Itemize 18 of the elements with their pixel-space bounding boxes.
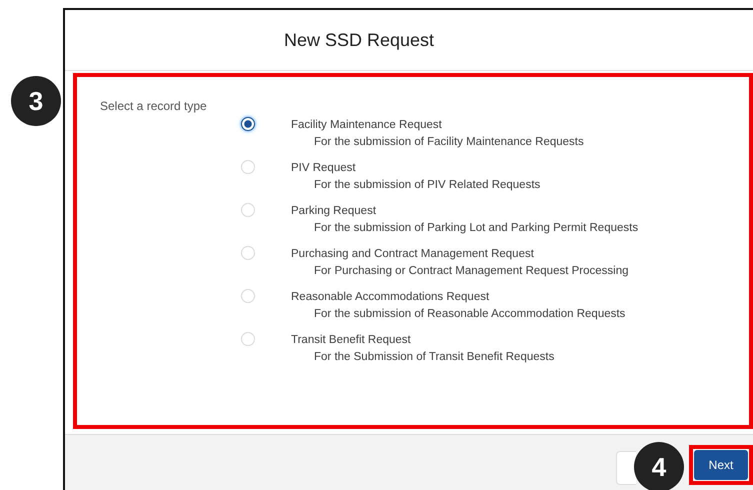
option-description: For the submission of PIV Related Requests xyxy=(313,179,540,191)
next-button[interactable]: Next xyxy=(694,450,748,480)
option-name: Facility Maintenance Request xyxy=(291,119,443,131)
secondary-button[interactable] xyxy=(616,451,636,485)
option-name: Parking Request xyxy=(291,205,378,217)
option-description: For the submission of Reasonable Accommodation Requests xyxy=(313,308,626,320)
option-description: For the Submission of Transit Benefit Requests xyxy=(313,351,554,363)
step-badge: 3 xyxy=(11,76,61,126)
option-name: Purchasing and Contract Management Request xyxy=(291,248,535,260)
option-description: For the submission of Facility Maintenance Requests xyxy=(313,136,584,148)
record-type-label: Select a record type xyxy=(100,99,207,113)
option-name: Transit Benefit Request xyxy=(291,334,412,346)
option-name: Reasonable Accommodations Request xyxy=(291,291,490,303)
option-description: For Purchasing or Contract Management Request Processing xyxy=(313,265,628,277)
option-name: PIV Request xyxy=(291,162,357,174)
radio-button[interactable] xyxy=(241,117,255,131)
option-description: For the submission of Parking Lot and Parking Permit Requests xyxy=(313,222,638,234)
modal-title: New SSD Request xyxy=(284,30,434,50)
